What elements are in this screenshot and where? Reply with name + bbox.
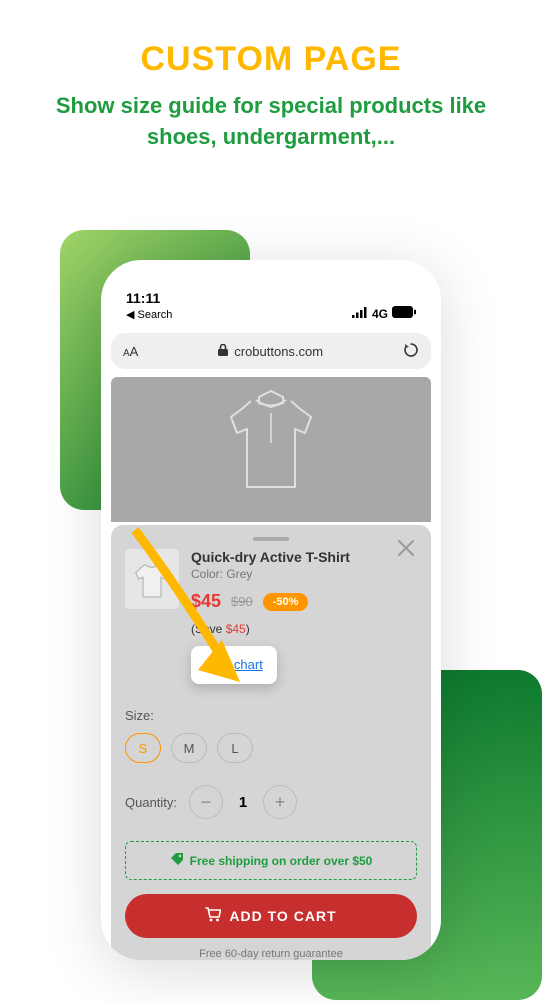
status-right: 4G bbox=[352, 306, 416, 321]
product-hero-image bbox=[111, 377, 431, 522]
size-option-m[interactable]: M bbox=[171, 733, 207, 763]
quantity-label: Quantity: bbox=[125, 795, 177, 810]
page-title: CUSTOM PAGE bbox=[0, 40, 542, 79]
size-chart-callout: Size chart bbox=[191, 646, 277, 684]
size-label: Size: bbox=[125, 708, 417, 723]
discount-badge: -50% bbox=[263, 593, 309, 611]
battery-icon bbox=[392, 306, 416, 321]
cart-icon bbox=[205, 907, 221, 925]
signal-icon bbox=[352, 307, 368, 321]
tag-icon bbox=[170, 852, 184, 869]
product-name: Quick-dry Active T-Shirt bbox=[191, 549, 417, 565]
lock-icon bbox=[218, 344, 228, 359]
url-bar[interactable]: AA crobuttons.com bbox=[111, 333, 431, 369]
back-search-link[interactable]: ◀ Search bbox=[126, 308, 172, 321]
tshirt-outline-icon bbox=[221, 383, 321, 493]
sheet-drag-handle[interactable] bbox=[253, 537, 289, 541]
url-text: crobuttons.com bbox=[218, 344, 323, 359]
quantity-increase-button[interactable]: + bbox=[263, 785, 297, 819]
add-to-cart-button[interactable]: ADD TO CART bbox=[125, 894, 417, 938]
product-price: $45 bbox=[191, 591, 221, 612]
quantity-decrease-button[interactable]: − bbox=[189, 785, 223, 819]
text-size-control[interactable]: AA bbox=[123, 344, 138, 359]
product-price-old: $90 bbox=[231, 594, 253, 609]
size-option-s[interactable]: S bbox=[125, 733, 161, 763]
size-option-l[interactable]: L bbox=[217, 733, 253, 763]
status-time: 11:11 bbox=[126, 290, 172, 306]
status-bar: 11:11 ◀ Search 4G bbox=[101, 260, 441, 325]
phone-mockup: 11:11 ◀ Search 4G AA crobuttons.com bbox=[101, 260, 441, 960]
save-text: (Save $45) bbox=[191, 622, 417, 636]
shipping-banner: Free shipping on order over $50 bbox=[125, 841, 417, 880]
return-guarantee-text: Free 60-day return guarantee bbox=[125, 948, 417, 960]
network-label: 4G bbox=[372, 307, 388, 321]
close-icon[interactable] bbox=[397, 539, 415, 563]
size-options: S M L bbox=[125, 733, 417, 763]
refresh-icon[interactable] bbox=[403, 342, 419, 361]
quantity-value: 1 bbox=[235, 794, 251, 811]
product-bottom-sheet: Quick-dry Active T-Shirt Color: Grey $45… bbox=[111, 525, 431, 960]
page-subtitle: Show size guide for special products lik… bbox=[0, 91, 542, 153]
product-thumbnail bbox=[125, 549, 179, 609]
product-color: Color: Grey bbox=[191, 567, 417, 581]
size-chart-link[interactable]: Size chart bbox=[205, 657, 263, 672]
